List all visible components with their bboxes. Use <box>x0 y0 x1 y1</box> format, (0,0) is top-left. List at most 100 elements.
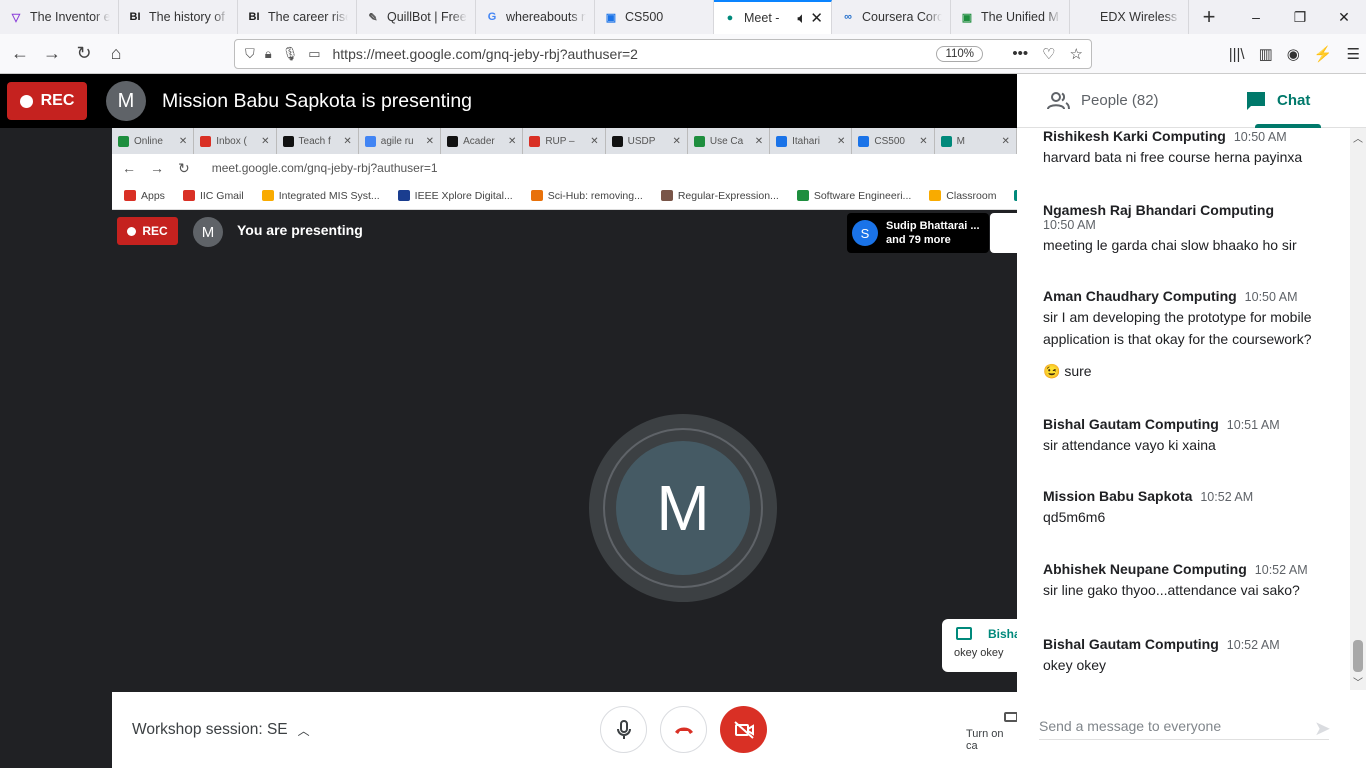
close-tab-icon[interactable]: ✕ <box>810 9 823 27</box>
scroll-down-icon[interactable]: ﹀ <box>1353 674 1363 689</box>
lock-icon[interactable]: 🔒︎ <box>265 46 272 62</box>
close-window-button[interactable]: ✕ <box>1322 0 1366 34</box>
shared-tab: Use Ca ✕ <box>688 128 771 154</box>
browser-tab[interactable]: BI The history of <box>119 0 238 34</box>
shared-tab: CS500 ✕ <box>852 128 935 154</box>
tab-favicon-icon: BI <box>129 11 141 23</box>
chat-message-input[interactable]: Send a message to everyone <box>1039 718 1329 740</box>
tab-title: Meet - <box>744 11 780 25</box>
bookmark-label: Regular-Expression... <box>677 189 779 202</box>
back-icon[interactable]: ← <box>4 38 36 70</box>
participants-line-2: and 79 more <box>886 234 951 246</box>
message-time: 10:52 AM <box>1254 563 1308 577</box>
message-text: sir I am developing the prototype for mo… <box>1043 309 1312 347</box>
captions-button[interactable]: Turn on ca <box>966 712 1018 752</box>
browser-tab[interactable]: ▣ CS500 <box>595 0 714 34</box>
maximize-button[interactable]: ❐ <box>1278 0 1322 34</box>
browser-tab[interactable]: ∞ Coursera Corc <box>832 0 951 34</box>
new-tab-button[interactable]: + <box>1189 0 1229 34</box>
account-icon[interactable]: ◉ <box>1287 45 1300 63</box>
send-icon[interactable]: ➤ <box>1314 716 1331 741</box>
leave-call-button[interactable] <box>660 706 707 753</box>
microphone-button[interactable] <box>600 706 647 753</box>
camera-off-button[interactable] <box>720 706 767 753</box>
chevron-up-icon[interactable]: ︿ <box>298 722 310 739</box>
scrollbar-thumb[interactable] <box>1353 640 1363 672</box>
forward-icon[interactable]: → <box>36 38 68 70</box>
shared-browser-tabs: Online ✕ Inbox (✕ Teach f ✕ agile ru ✕ Acader ✕ R… <box>112 128 1017 154</box>
shared-side-button <box>990 213 1017 253</box>
tab-people[interactable]: People (82) <box>1047 74 1237 127</box>
screen-share-icon[interactable]: ▭ <box>308 46 320 62</box>
zoom-indicator[interactable]: 110% <box>936 46 983 62</box>
hang-up-icon <box>674 727 693 734</box>
bookmark-label: Software Engineeri... <box>813 189 912 202</box>
chat-message: Bishal Gautam Computing 10:52 AM okey okey <box>1043 636 1333 676</box>
message-header: Rishikesh Karki Computing 10:50 AM <box>1043 128 1333 144</box>
reload-icon[interactable]: ↻ <box>68 38 100 70</box>
panel-tabs: People (82) Chat <box>1017 74 1366 128</box>
tab-favicon-icon: BI <box>248 11 260 23</box>
toolbar-right: |||\ ▥ ◉ ⚡ ☰ <box>1229 34 1360 74</box>
shared-tab-close-icon: ✕ <box>1001 135 1010 147</box>
message-sender: Mission Babu Sapkota <box>1043 488 1193 504</box>
url-permission-icons[interactable]: ⛉ 🔒︎ 🎙︎ ▭ <box>245 46 321 62</box>
tab-title: The Unified M <box>981 10 1059 24</box>
microphone-permission-icon[interactable]: 🎙︎ <box>282 46 299 62</box>
participants-line-1: Sudip Bhattarai ... <box>886 220 980 232</box>
message-sender: Abhishek Neupane Computing <box>1043 561 1247 577</box>
browser-tab[interactable]: BI The career rise <box>238 0 357 34</box>
url-text[interactable]: https://meet.google.com/gnq-jeby-rbj?aut… <box>333 46 638 62</box>
message-text: sir line gako thyoo...attendance vai sak… <box>1043 582 1300 598</box>
tab-chat[interactable]: Chat <box>1237 74 1337 128</box>
bookmark-label: IIC Gmail <box>199 189 244 202</box>
bookmark-icon <box>397 190 410 202</box>
presenting-text: Mission Babu Sapkota is presenting <box>162 89 473 112</box>
shared-tab-title: Teach f <box>298 135 331 147</box>
recording-badge: REC <box>7 82 87 120</box>
menu-icon[interactable]: ☰ <box>1347 45 1360 63</box>
shared-tab-title: Online <box>134 135 163 147</box>
home-icon[interactable]: ⌂ <box>100 38 132 70</box>
message-text: qd5m6m6 <box>1043 509 1106 525</box>
scroll-up-icon[interactable]: ︿ <box>1353 130 1363 145</box>
tab-title: EDX Wireless | Sma <box>1100 10 1180 24</box>
browser-tab[interactable]: ✎ QuillBot | Free <box>357 0 476 34</box>
browser-tab[interactable]: Gwhereabouts n <box>476 0 595 34</box>
shared-presenting-text: You are presenting <box>237 222 363 238</box>
chat-scrollbar[interactable]: ︿ ﹀ <box>1350 128 1366 690</box>
chat-toast[interactable]: Bisha okey okey <box>942 619 1017 672</box>
extension-icon[interactable]: ⚡ <box>1314 45 1333 63</box>
chat-bubble-icon <box>956 627 972 640</box>
shared-tab-close-icon: ✕ <box>837 135 846 147</box>
tab-favicon-icon: ▽ <box>11 11 21 24</box>
browser-tab[interactable]: ▣ The Unified M <box>951 0 1070 34</box>
tab-audio-icon[interactable]: 🔈︎ <box>797 10 806 27</box>
minimize-button[interactable]: – <box>1234 0 1278 34</box>
tab-favicon-icon: ● <box>726 12 734 24</box>
shield-icon[interactable]: ⛉ <box>245 46 255 62</box>
shared-tab-close-icon: ✕ <box>919 135 928 147</box>
bookmark-star-icon[interactable]: ☆ <box>1070 45 1083 63</box>
center-avatar-initial: M <box>616 441 750 575</box>
address-bar[interactable]: ⛉ 🔒︎ 🎙︎ ▭ https://meet.google.com/gnq-je… <box>234 39 1092 69</box>
shared-tab-favicon-icon <box>282 135 294 147</box>
toast-message: okey okey <box>954 647 1004 659</box>
shared-tab-favicon-icon <box>364 135 376 147</box>
more-actions-icon[interactable]: ••• <box>1012 45 1028 63</box>
pocket-icon[interactable]: ♡ <box>1042 45 1055 63</box>
message-text: sir attendance vayo ki xaina <box>1043 437 1216 453</box>
meeting-title[interactable]: Workshop session: SE <box>132 721 288 739</box>
message-header: Aman Chaudhary Computing 10:50 AM <box>1043 288 1333 304</box>
url-actions: ••• ♡ ☆ <box>1012 45 1083 63</box>
tab-favicon-icon: ▣ <box>961 11 973 24</box>
browser-tab[interactable]: ● Meet - 🔈︎ ✕ <box>714 0 832 34</box>
browser-tab[interactable]: EDX Wireless | Sma <box>1070 0 1189 34</box>
browser-tab[interactable]: ▽ The Inventor e <box>0 0 119 34</box>
participants-text: Sudip Bhattarai ... and 79 more <box>886 219 980 247</box>
sidebar-icon[interactable]: ▥ <box>1259 45 1273 63</box>
library-icon[interactable]: |||\ <box>1229 46 1245 63</box>
chat-message: Mission Babu Sapkota 10:52 AM qd5m6m6 <box>1043 488 1333 528</box>
shared-recording-badge: REC <box>117 217 178 245</box>
presentation-info-bar: REC M Mission Babu Sapkota is presenting <box>0 74 1017 128</box>
